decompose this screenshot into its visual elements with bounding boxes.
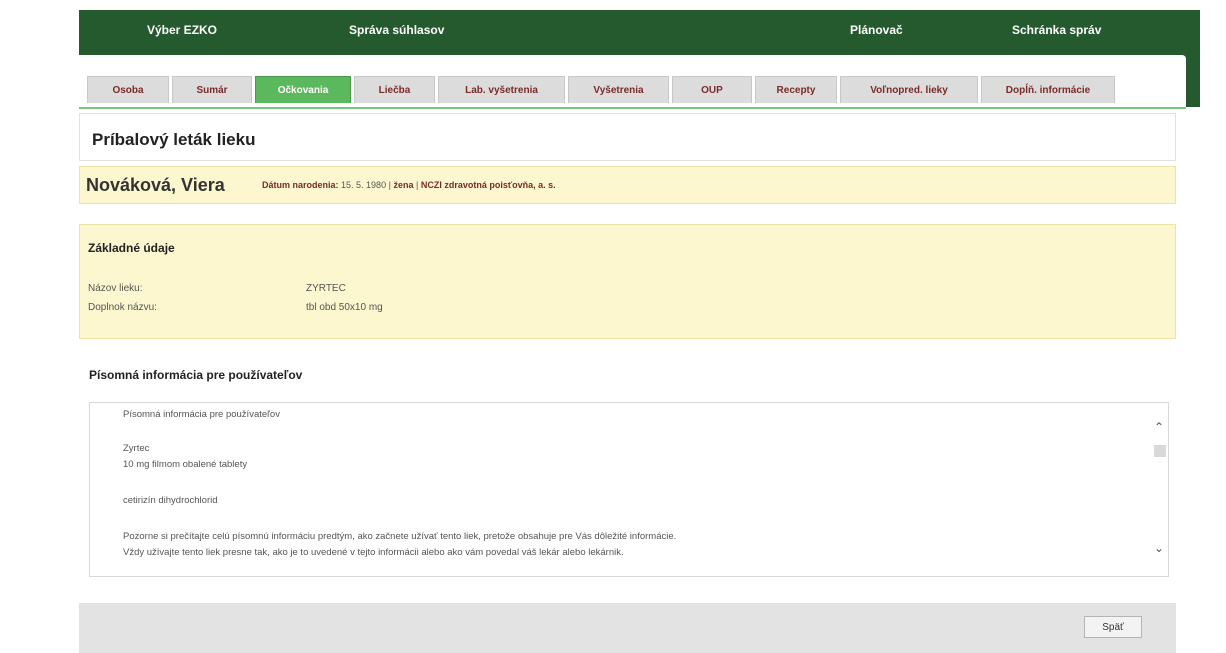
leaflet-line: Zyrtec	[123, 443, 150, 454]
leaflet-line: Pozorne si prečítajte celú písomnú infor…	[123, 531, 677, 542]
basic-info-title: Základné údaje	[88, 241, 175, 255]
patient-gender: žena	[393, 180, 414, 190]
tab-vysetrenia[interactable]: Vyšetrenia	[568, 76, 669, 103]
tab-recepty[interactable]: Recepty	[755, 76, 837, 103]
nav-vyber-ezko[interactable]: Výber EZKO	[147, 23, 217, 37]
tab-ockovania[interactable]: Očkovania	[255, 76, 351, 103]
nav-sprava-suhlasov[interactable]: Správa súhlasov	[349, 23, 444, 37]
drug-name-label: Názov lieku:	[88, 283, 143, 294]
leaflet-line: Písomná informácia pre používateľov	[123, 409, 280, 420]
leaflet-section-title: Písomná informácia pre používateľov	[89, 368, 303, 382]
chevron-up-icon[interactable]: ⌃	[1154, 420, 1164, 434]
main-content: Príbalový leták lieku Nováková, Viera Dá…	[79, 113, 1176, 653]
nav-schranka-sprav[interactable]: Schránka správ	[1012, 23, 1101, 37]
leaflet-text-area[interactable]: Písomná informácia pre používateľov Zyrt…	[89, 402, 1169, 577]
leaflet-line: cetirizín dihydrochlorid	[123, 495, 218, 506]
top-navigation: Výber EZKO Správa súhlasov Plánovač Schr…	[79, 10, 1200, 50]
drug-name-value: ZYRTEC	[306, 283, 346, 294]
basic-info-panel: Základné údaje Názov lieku: ZYRTEC Dopln…	[79, 224, 1176, 339]
patient-meta: Dátum narodenia: 15. 5. 1980 | žena | NC…	[262, 180, 556, 190]
patient-insurer: NCZI zdravotná poisťovňa, a. s.	[420, 180, 556, 190]
dob-value: 15. 5. 1980	[341, 180, 387, 190]
leaflet-line: 10 mg filmom obalené tablety	[123, 459, 248, 470]
page-title: Príbalový leták lieku	[92, 130, 256, 149]
tab-liecba[interactable]: Liečba	[354, 76, 435, 103]
patient-banner: Nováková, Viera Dátum narodenia: 15. 5. …	[79, 166, 1176, 204]
tab-volnopred-lieky[interactable]: Voľnopred. lieky	[840, 76, 978, 103]
dob-label: Dátum narodenia:	[262, 180, 339, 190]
scrollbar-thumb[interactable]	[1154, 445, 1166, 457]
leaflet-line: Vždy užívajte tento liek presne tak, ako…	[123, 547, 624, 558]
tab-osoba[interactable]: Osoba	[87, 76, 169, 103]
tab-dopln-informacie[interactable]: Dopĺň. informácie	[981, 76, 1115, 103]
separator: |	[388, 180, 391, 190]
tab-underline	[79, 107, 1186, 109]
back-button[interactable]: Späť	[1084, 616, 1142, 638]
tab-oup[interactable]: OUP	[672, 76, 752, 103]
tab-lab-vysetrenia[interactable]: Lab. vyšetrenia	[438, 76, 565, 103]
patient-name: Nováková, Viera	[86, 175, 225, 195]
page-title-panel: Príbalový leták lieku	[79, 113, 1176, 161]
name-supplement-label: Doplnok názvu:	[88, 302, 157, 313]
footer-bar: Späť	[79, 603, 1176, 653]
chevron-down-icon[interactable]: ⌄	[1154, 541, 1164, 555]
tab-sumar[interactable]: Sumár	[172, 76, 252, 103]
nav-planovac[interactable]: Plánovač	[850, 23, 903, 37]
name-supplement-value: tbl obd 50x10 mg	[306, 302, 383, 313]
separator: |	[415, 180, 419, 190]
